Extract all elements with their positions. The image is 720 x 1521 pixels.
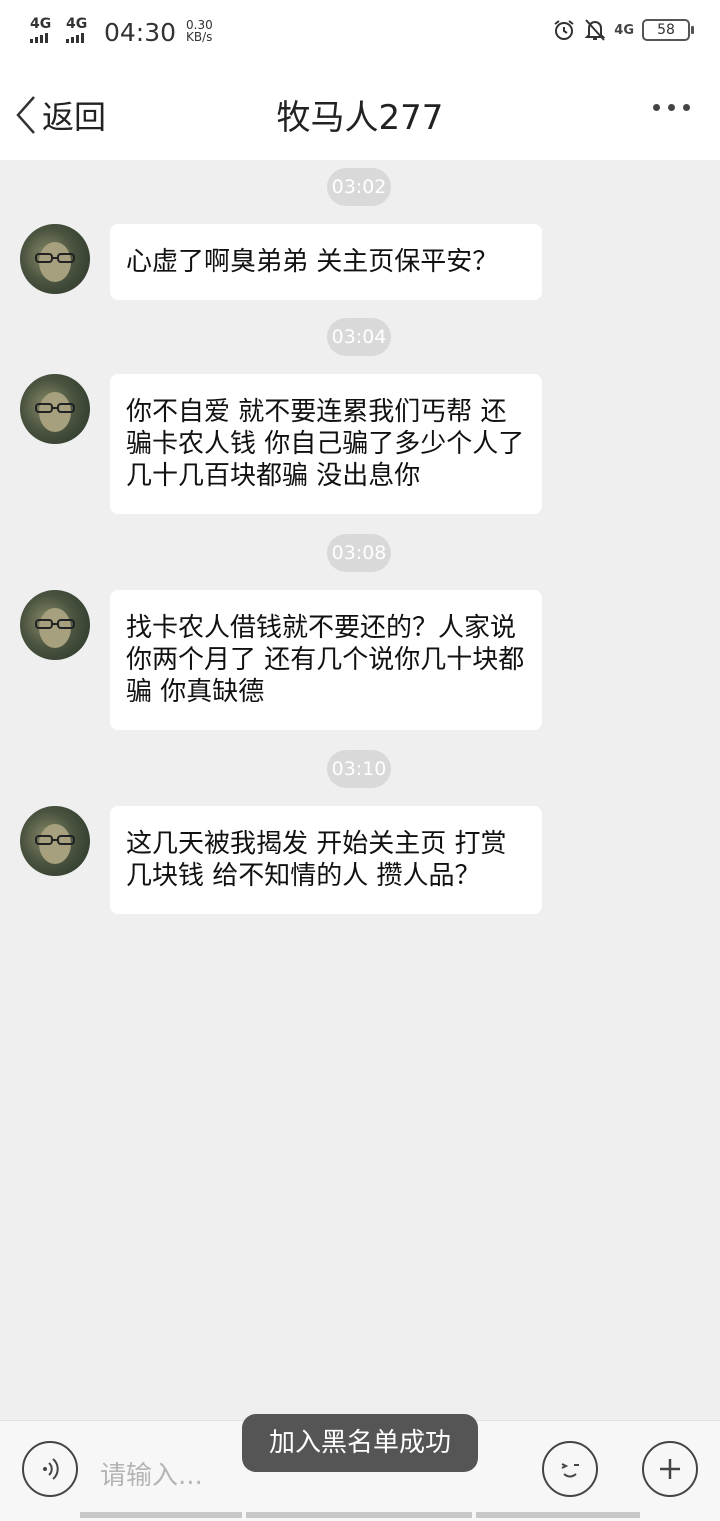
chat-list[interactable]: 03:02 心虚了啊臭弟弟 关主页保平安？ 03:04 你不自爱 就不要连累我们… <box>0 160 720 1420</box>
avatar[interactable] <box>20 374 90 444</box>
message-timestamp: 03:04 <box>327 318 391 356</box>
net-speed-unit: KB/s <box>186 30 213 44</box>
toast-message: 加入黑名单成功 <box>242 1414 478 1472</box>
wink-face-icon <box>561 1463 579 1478</box>
status-bar: 4G 4G 04:30 0.30 KB/s 4G 58 <box>0 0 720 64</box>
signal-label-2: 4G <box>66 16 88 32</box>
page-title: 牧马人277 <box>276 98 444 138</box>
message-timestamp: 03:02 <box>327 168 391 206</box>
plus-icon[interactable] <box>642 1441 698 1497</box>
more-dots-icon[interactable] <box>653 104 690 111</box>
message-input[interactable]: 请输入... <box>100 1455 203 1492</box>
voice-icon[interactable] <box>22 1441 78 1497</box>
net-speed: 0.30 KB/s <box>186 19 213 43</box>
avatar-portrait <box>35 242 75 282</box>
signal-label-1: 4G <box>30 16 52 32</box>
battery-icon: 58 <box>642 19 694 41</box>
message-bubble[interactable]: 这几天被我揭发 开始关主页 打赏几块钱 给不知情的人 攒人品？ <box>110 806 542 914</box>
message-timestamp: 03:08 <box>327 534 391 572</box>
avatar[interactable] <box>20 806 90 876</box>
message-timestamp: 03:10 <box>327 750 391 788</box>
avatar-portrait <box>35 392 75 432</box>
message-bubble[interactable]: 找卡农人借钱就不要还的？人家说你两个月了 还有几个说你几十块都骗 你真缺德 <box>110 590 542 730</box>
signal-indicator-1: 4G <box>30 16 51 43</box>
emoji-icon[interactable] <box>542 1441 598 1497</box>
plus-glyph-icon <box>660 1459 680 1479</box>
avatar-portrait <box>35 608 75 648</box>
avatar[interactable] <box>20 590 90 660</box>
message-bubble[interactable]: 心虚了啊臭弟弟 关主页保平安？ <box>110 224 542 300</box>
bottom-strips <box>80 1512 640 1518</box>
signal-indicator-2: 4G <box>66 16 87 43</box>
avatar[interactable] <box>20 224 90 294</box>
bell-off-icon <box>584 19 606 41</box>
network-type: 4G <box>614 22 634 38</box>
title-bar: 返回 牧马人277 <box>0 64 720 160</box>
signal-bars-icon <box>30 33 51 43</box>
status-time: 04:30 <box>104 18 177 47</box>
voice-wave-icon <box>43 1458 59 1480</box>
alarm-icon <box>554 20 574 40</box>
battery-level: 58 <box>657 22 675 38</box>
status-right: 4G 58 <box>552 18 694 42</box>
avatar-portrait <box>35 824 75 864</box>
message-bubble[interactable]: 你不自爱 就不要连累我们丐帮 还骗卡农人钱 你自己骗了多少个人了 几十几百块都骗… <box>110 374 542 514</box>
signal-bars-icon <box>66 33 87 43</box>
